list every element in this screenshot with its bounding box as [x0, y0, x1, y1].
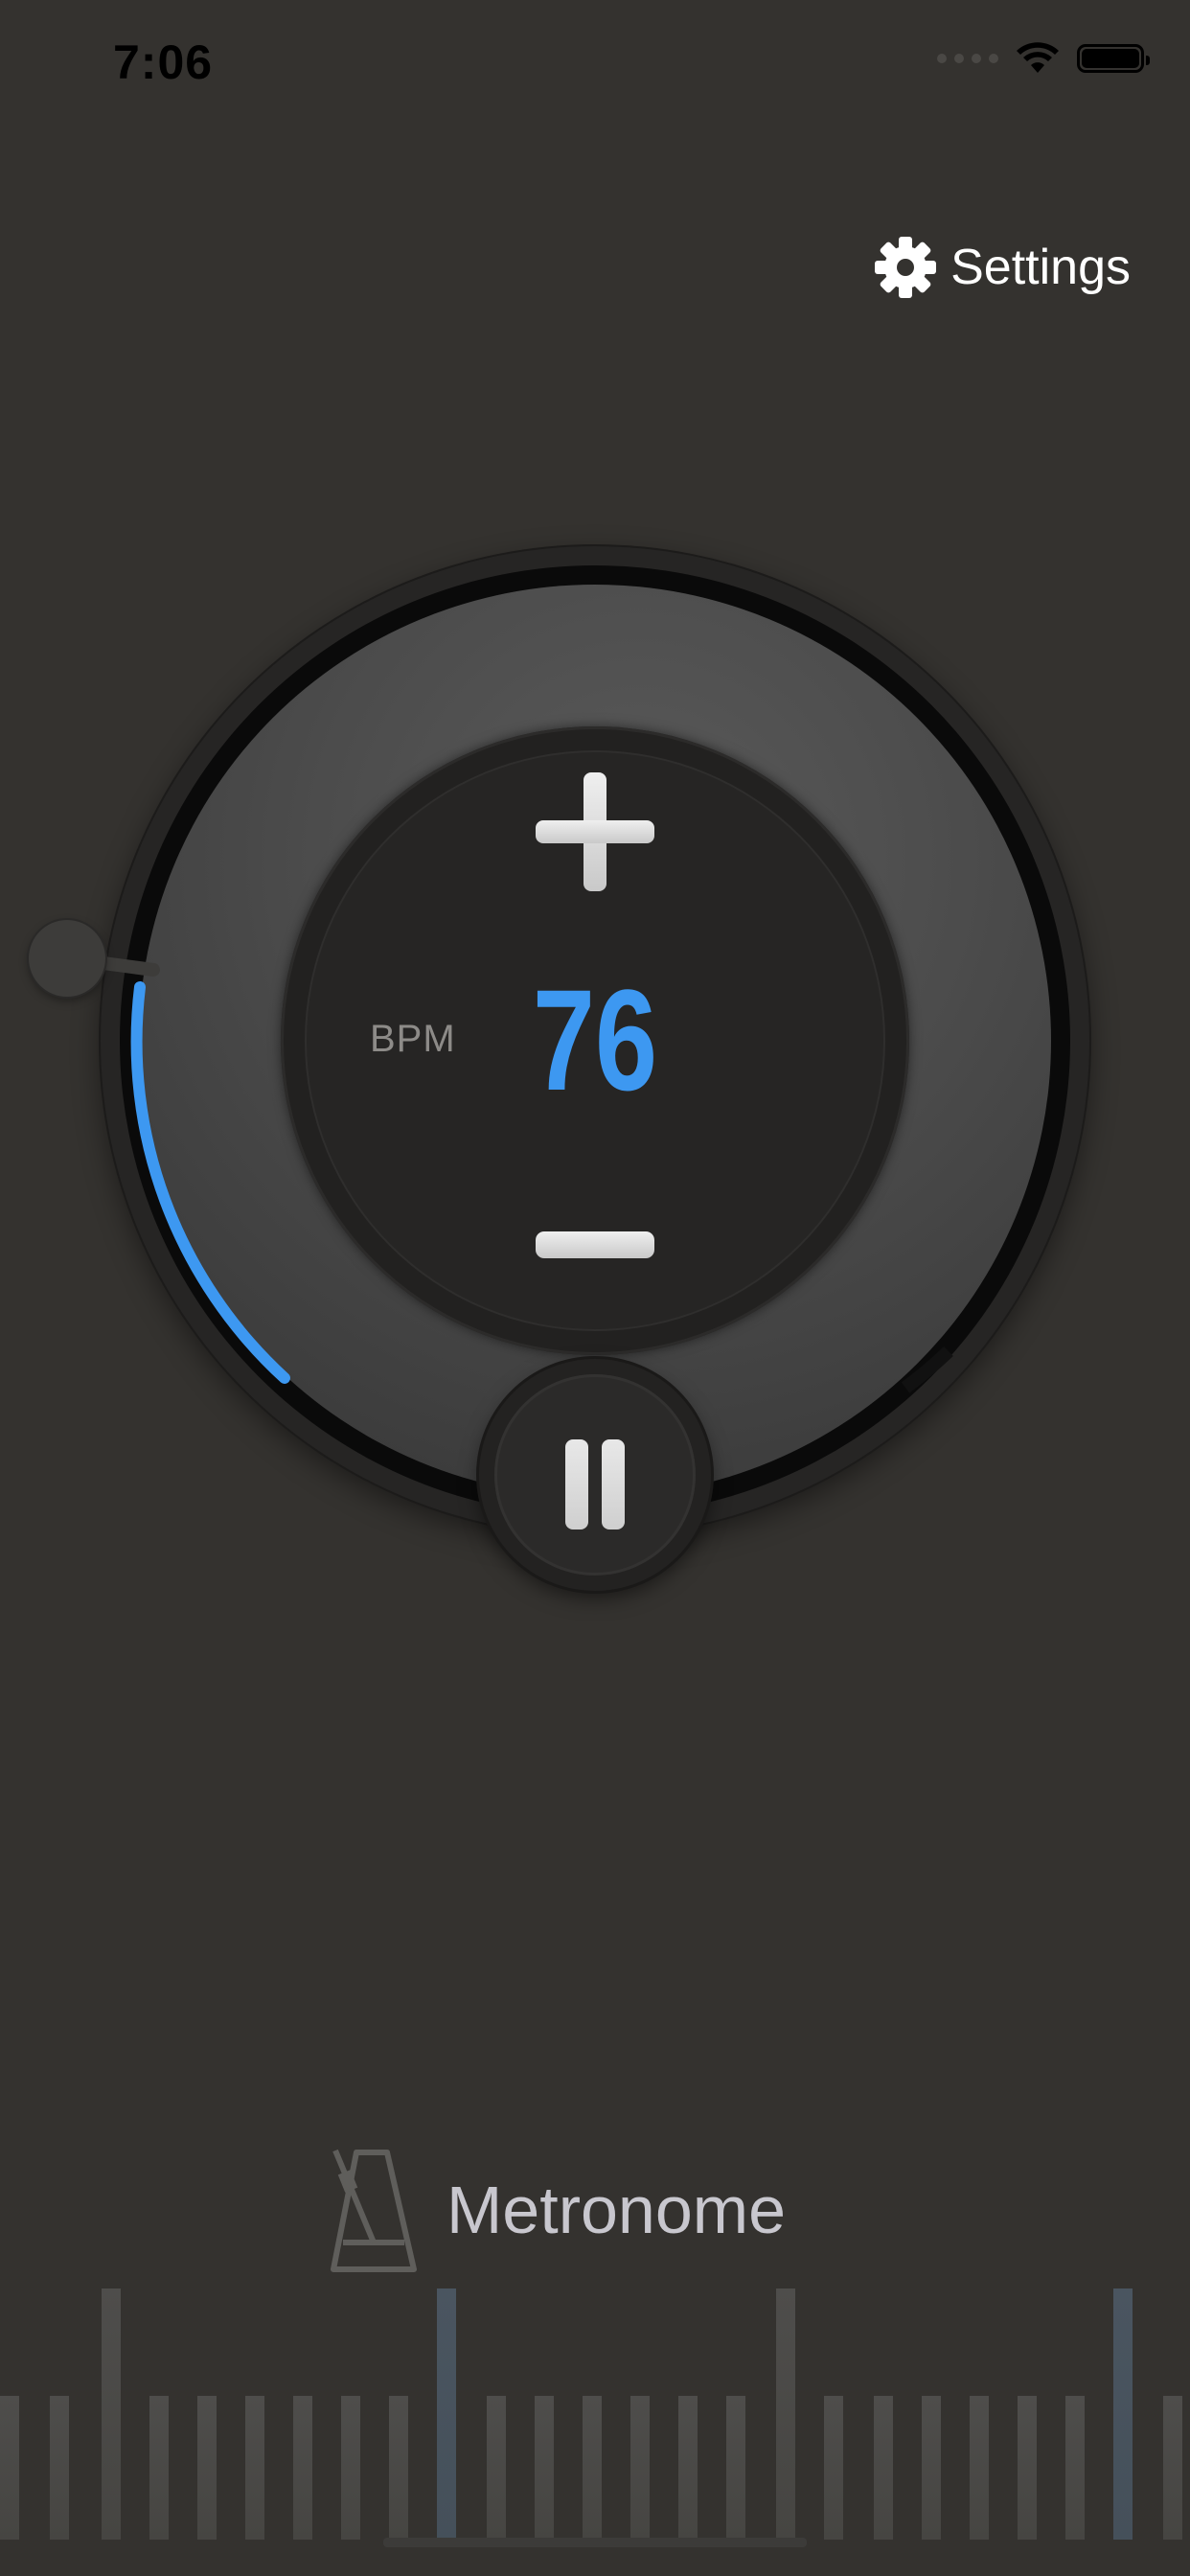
beat-bar — [293, 2396, 312, 2540]
tempo-dial[interactable]: BPM 76 — [0, 0, 1190, 1629]
beat-bar — [776, 2288, 795, 2540]
beat-bar — [1018, 2396, 1037, 2540]
decrease-bpm-button[interactable] — [530, 1212, 660, 1289]
beat-bar — [630, 2396, 650, 2540]
minus-icon — [536, 1231, 654, 1258]
app-title: Metronome — [446, 2173, 787, 2247]
beat-bar — [341, 2396, 360, 2540]
beat-bar — [726, 2396, 745, 2540]
beat-bar-accent — [1113, 2288, 1133, 2540]
beat-bar — [1163, 2396, 1182, 2540]
beat-bar — [50, 2396, 69, 2540]
tempo-slider-knob[interactable] — [29, 920, 105, 997]
beat-bar — [197, 2396, 217, 2540]
brand: Metronome — [328, 2143, 786, 2277]
beat-bar — [874, 2396, 893, 2540]
beat-bars — [0, 2281, 1190, 2576]
beat-bar — [102, 2288, 121, 2540]
beat-bar-active — [437, 2288, 456, 2540]
beat-bar — [583, 2396, 602, 2540]
bpm-value: 76 — [532, 959, 658, 1120]
beat-bar — [389, 2396, 408, 2540]
beat-bar — [678, 2396, 698, 2540]
beat-bar — [245, 2396, 264, 2540]
beat-bar — [1065, 2396, 1085, 2540]
metronome-icon — [331, 2149, 417, 2272]
beat-bar — [487, 2396, 506, 2540]
pause-button-face — [494, 1374, 696, 1576]
plus-icon — [536, 772, 654, 891]
beat-bar — [149, 2396, 169, 2540]
bpm-label: BPM — [370, 1018, 456, 1060]
beat-baseline — [383, 2538, 807, 2547]
beat-bar — [535, 2396, 554, 2540]
beat-bar — [0, 2396, 19, 2540]
pause-button[interactable] — [479, 1359, 711, 1591]
increase-bpm-button[interactable] — [530, 767, 660, 897]
beat-bar — [970, 2396, 989, 2540]
beat-bar — [824, 2396, 843, 2540]
beat-bar — [922, 2396, 941, 2540]
